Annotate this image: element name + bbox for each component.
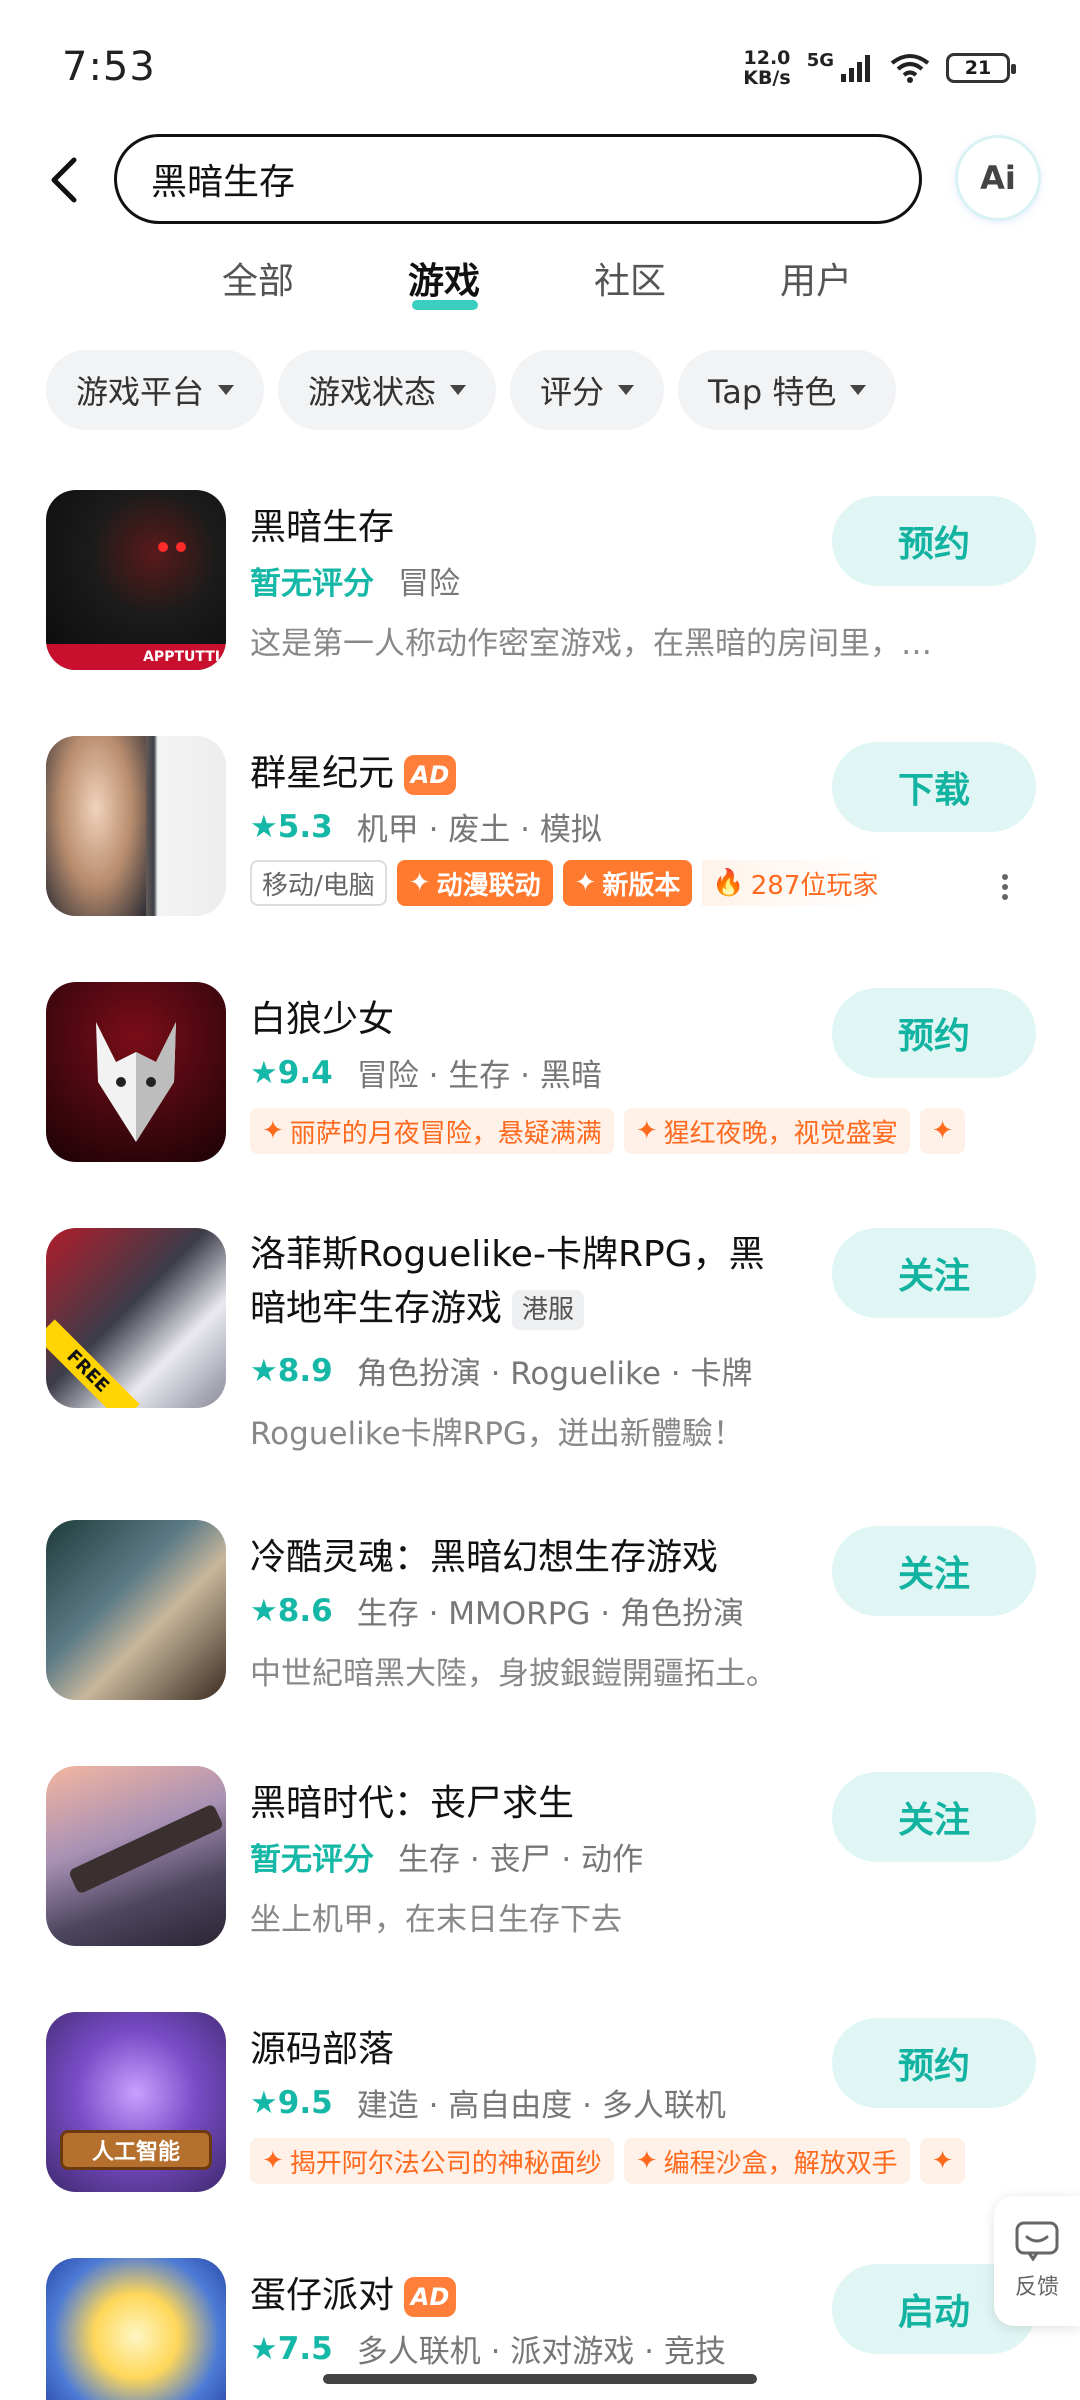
battery-icon: 21	[946, 53, 1016, 83]
highlight-tag: ✦ 编程沙盒，解放双手	[623, 2138, 910, 2184]
rating-star: ★9.4	[250, 1054, 333, 1091]
filter-bar: 游戏平台 游戏状态 评分 Tap 特色	[46, 350, 897, 430]
search-input[interactable]: 黑暗生存	[114, 134, 922, 224]
filter-tap-feature[interactable]: Tap 特色	[678, 350, 897, 430]
highlight-tag: ✦ 丽萨的月夜冒险，悬疑满满	[250, 1108, 614, 1154]
tag-row: 移动/电脑 ✦ 动漫联动 ✦ 新版本 🔥 287位玩家	[250, 860, 1040, 906]
rating-star: ★8.6	[250, 1592, 333, 1629]
tab-community[interactable]: 社区	[594, 252, 666, 304]
back-arrow-icon[interactable]	[38, 150, 98, 210]
status-time: 7:53	[62, 44, 156, 90]
reserve-button[interactable]: 预约	[832, 496, 1036, 586]
game-icon: APPTUTTI	[46, 490, 226, 670]
network-speed: 12.0 KB/s	[743, 47, 791, 89]
result-tabs: 全部 游戏 社区 用户	[0, 252, 1080, 332]
network-type: 5G	[806, 49, 834, 71]
reserve-button[interactable]: 预约	[832, 2018, 1036, 2108]
filter-platform[interactable]: 游戏平台	[46, 350, 265, 430]
highlight-tag: ✦ 猩红夜晚，视觉盛宴	[623, 1108, 910, 1154]
follow-button[interactable]: 关注	[832, 1526, 1036, 1616]
feedback-button[interactable]: 反馈	[994, 2196, 1080, 2326]
highlight-tag: ✦	[919, 2138, 966, 2184]
follow-button[interactable]: 关注	[832, 1228, 1036, 1318]
caret-down-icon	[450, 385, 467, 395]
sparkle-icon: ✦	[262, 2146, 284, 2176]
game-icon	[46, 1766, 226, 1946]
game-icon: FREE	[46, 1228, 226, 1408]
caret-down-icon	[218, 385, 235, 395]
search-header: 黑暗生存 Ai	[0, 130, 1080, 230]
game-title: 洛菲斯Roguelike-卡牌RPG，黑 暗地牢生存游戏 港服	[250, 1234, 765, 1330]
cellular-signal-icon	[841, 55, 870, 82]
sparkle-icon: ✦	[408, 868, 431, 898]
game-icon	[46, 982, 226, 1162]
ai-assistant-button[interactable]: Ai	[958, 138, 1038, 218]
caret-down-icon	[850, 385, 867, 395]
highlight-tag: ✦	[919, 1108, 966, 1154]
status-icons: 12.0 KB/s 5G 21	[743, 47, 1016, 89]
download-button[interactable]: 下载	[832, 742, 1036, 832]
fire-icon: 🔥	[712, 868, 745, 898]
rating-star: ★8.9	[250, 1352, 333, 1389]
filter-rating[interactable]: 评分	[510, 350, 665, 430]
sparkle-icon: ✦	[635, 1116, 658, 1146]
status-bar: 7:53 12.0 KB/s 5G 21	[0, 0, 1080, 120]
follow-button[interactable]: 关注	[832, 1772, 1036, 1862]
filter-status[interactable]: 游戏状态	[278, 350, 497, 430]
more-options-icon[interactable]	[1000, 870, 1010, 910]
game-icon: 人工智能	[46, 2012, 226, 2192]
wifi-icon	[890, 54, 930, 83]
ai-icon: Ai	[980, 159, 1016, 197]
caret-down-icon	[618, 385, 635, 395]
tab-games[interactable]: 游戏	[408, 252, 480, 304]
feedback-icon	[1015, 2221, 1059, 2261]
players-tag: 🔥 287位玩家	[702, 860, 889, 906]
rating-star: ★9.5	[250, 2084, 333, 2121]
sparkle-icon: ✦	[262, 1116, 284, 1146]
sparkle-icon: ✦	[635, 2146, 658, 2176]
home-indicator[interactable]	[323, 2374, 757, 2384]
highlight-tag: ✦ 揭开阿尔法公司的神秘面纱	[250, 2138, 614, 2184]
game-icon	[46, 736, 226, 916]
region-badge: 港服	[512, 1290, 585, 1330]
sparkle-icon: ✦	[931, 1116, 954, 1146]
feature-tag: ✦ 动漫联动	[396, 860, 553, 906]
rating-star: ★5.3	[250, 808, 333, 845]
search-query: 黑暗生存	[151, 162, 296, 203]
ad-badge: AD	[404, 755, 457, 795]
ad-badge: AD	[404, 2277, 457, 2317]
game-icon	[46, 1520, 226, 1700]
tab-all[interactable]: 全部	[222, 252, 294, 304]
tag-row: ✦ 丽萨的月夜冒险，悬疑满满 ✦ 猩红夜晚，视觉盛宴 ✦	[250, 1108, 1040, 1154]
tab-users[interactable]: 用户	[780, 252, 852, 304]
sparkle-icon: ✦	[574, 868, 597, 898]
sparkle-icon: ✦	[931, 2146, 954, 2176]
rating-star: ★7.5	[250, 2330, 333, 2367]
tag-row: ✦ 揭开阿尔法公司的神秘面纱 ✦ 编程沙盒，解放双手 ✦	[250, 2138, 1040, 2184]
feature-tag: ✦ 新版本	[562, 860, 693, 906]
reserve-button[interactable]: 预约	[832, 988, 1036, 1078]
platform-tag: 移动/电脑	[250, 860, 387, 906]
game-icon	[46, 2258, 226, 2400]
